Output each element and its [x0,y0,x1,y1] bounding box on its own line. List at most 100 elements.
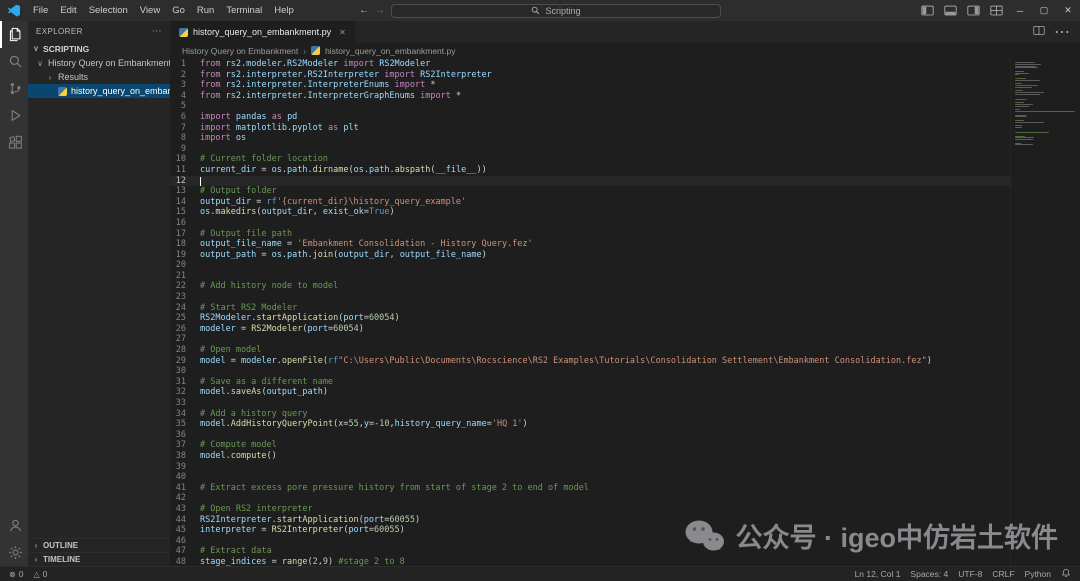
code-editor[interactable]: 1from rs2.modeler.RS2Modeler import RS2M… [170,58,1080,566]
menu-edit[interactable]: Edit [54,5,82,16]
section-outline[interactable]: ›OUTLINE [28,538,170,552]
code-line-35[interactable]: 35model.AddHistoryQueryPoint(x=55,y=-10,… [170,419,1010,430]
minimap-line [1015,144,1033,145]
minimap-line [1015,71,1024,72]
status-crlf[interactable]: CRLF [992,569,1014,579]
error-status[interactable]: ⊗0 [9,569,23,579]
code-line-13[interactable]: 13# Output folder [170,186,1010,197]
tab-close-icon[interactable]: ✕ [339,28,346,37]
error-icon: ⊗ [9,570,16,579]
code-line-10[interactable]: 10# Current folder location [170,154,1010,165]
code-line-32[interactable]: 32model.saveAs(output_path) [170,387,1010,398]
code-line-5[interactable]: 5 [170,101,1010,112]
code-line-41[interactable]: 41# Extract excess pore pressure history… [170,483,1010,494]
code-line-11[interactable]: 11current_dir = os.path.dirname(os.path.… [170,165,1010,176]
code-line-20[interactable]: 20 [170,260,1010,271]
code-line-7[interactable]: 7import matplotlib.pyplot as plt [170,123,1010,134]
menu-selection[interactable]: Selection [83,5,134,16]
code-line-3[interactable]: 3from rs2.interpreter.InterpreterEnums i… [170,80,1010,91]
split-editor-icon[interactable] [1033,23,1045,41]
menu-terminal[interactable]: Terminal [220,5,268,16]
tree-item-history-query-on-embankment[interactable]: ∨History Query on Embankment [28,56,170,70]
run-debug-icon[interactable] [0,102,28,129]
breadcrumb-file[interactable]: history_query_on_embankment.py [325,46,455,56]
minimize-button[interactable]: ─ [1008,0,1032,21]
code-line-43[interactable]: 43# Open RS2 interpreter [170,504,1010,515]
code-line-30[interactable]: 30 [170,366,1010,377]
minimap-line [1015,85,1038,86]
code-line-15[interactable]: 15os.makedirs(output_dir, exist_ok=True) [170,207,1010,218]
code-content[interactable]: 1from rs2.modeler.RS2Modeler import RS2M… [170,59,1010,566]
extensions-icon[interactable] [0,129,28,156]
code-line-21[interactable]: 21 [170,271,1010,282]
code-line-25[interactable]: 25RS2Modeler.startApplication(port=60054… [170,313,1010,324]
source-control-icon[interactable] [0,75,28,102]
section-timeline[interactable]: ›TIMELINE [28,552,170,566]
code-line-9[interactable]: 9 [170,144,1010,155]
code-line-28[interactable]: 28# Open model [170,345,1010,356]
command-center-search[interactable]: Scripting [391,4,721,18]
tree-item-results[interactable]: ›Results [28,70,170,84]
code-line-18[interactable]: 18output_file_name = 'Embankment Consoli… [170,239,1010,250]
status-python[interactable]: Python [1025,569,1051,579]
customize-layout-icon[interactable] [990,5,1003,16]
workspace-section-header[interactable]: ∨ SCRIPTING [28,41,170,56]
toggle-secondary-sidebar-icon[interactable] [967,5,980,16]
toggle-panel-icon[interactable] [944,5,957,16]
code-line-2[interactable]: 2from rs2.interpreter.RS2Interpreter imp… [170,70,1010,81]
menu-file[interactable]: File [27,5,54,16]
code-line-6[interactable]: 6import pandas as pd [170,112,1010,123]
code-line-42[interactable]: 42 [170,493,1010,504]
code-line-23[interactable]: 23 [170,292,1010,303]
status-utf-8[interactable]: UTF-8 [958,569,982,579]
code-line-1[interactable]: 1from rs2.modeler.RS2Modeler import RS2M… [170,59,1010,70]
code-line-29[interactable]: 29model = modeler.openFile(rf"C:\Users\P… [170,356,1010,367]
code-line-37[interactable]: 37# Compute model [170,440,1010,451]
minimap[interactable] [1010,58,1080,566]
menu-run[interactable]: Run [191,5,220,16]
editor-more-actions-icon[interactable]: ⋯ [1054,22,1070,42]
explorer-icon[interactable] [0,21,28,48]
code-line-12[interactable]: 12 [170,176,1010,187]
code-line-33[interactable]: 33 [170,398,1010,409]
notifications-bell-icon[interactable] [1061,568,1071,580]
line-number: 19 [170,250,200,261]
code-line-31[interactable]: 31# Save as a different name [170,377,1010,388]
code-line-27[interactable]: 27 [170,334,1010,345]
menu-view[interactable]: View [134,5,166,16]
tree-item-history-query-on-embankment-py[interactable]: history_query_on_embankment.py [28,84,170,98]
status-ln-12-col-1[interactable]: Ln 12, Col 1 [855,569,901,579]
code-line-19[interactable]: 19output_path = os.path.join(output_dir,… [170,250,1010,261]
code-line-24[interactable]: 24# Start RS2 Modeler [170,303,1010,314]
breadcrumb-folder[interactable]: History Query on Embankment [182,46,298,56]
code-line-40[interactable]: 40 [170,472,1010,483]
breadcrumb[interactable]: History Query on Embankment › history_qu… [170,43,1080,58]
code-line-4[interactable]: 4from rs2.interpreter.InterpreterGraphEn… [170,91,1010,102]
tab-label: history_query_on_embankment.py [193,27,331,37]
code-line-38[interactable]: 38model.compute() [170,451,1010,462]
account-icon[interactable] [0,512,28,539]
explorer-more-actions-icon[interactable]: ⋯ [152,26,162,37]
warning-status[interactable]: △0 [33,569,47,579]
menu-help[interactable]: Help [268,5,300,16]
maximize-button[interactable]: ▢ [1032,0,1056,21]
code-line-17[interactable]: 17# Output file path [170,229,1010,240]
back-icon[interactable]: ← [359,5,369,16]
code-line-39[interactable]: 39 [170,462,1010,473]
code-line-34[interactable]: 34# Add a history query [170,409,1010,420]
status-spaces-4[interactable]: Spaces: 4 [910,569,948,579]
search-sidebar-icon[interactable] [0,48,28,75]
code-line-8[interactable]: 8import os [170,133,1010,144]
code-line-36[interactable]: 36 [170,430,1010,441]
forward-icon[interactable]: → [375,5,385,16]
code-line-16[interactable]: 16 [170,218,1010,229]
tab-history-query-file[interactable]: history_query_on_embankment.py ✕ [170,21,356,43]
settings-gear-icon[interactable] [0,539,28,566]
code-line-48[interactable]: 48stage_indices = range(2,9) #stage 2 to… [170,557,1010,566]
close-button[interactable]: ✕ [1056,0,1080,21]
code-line-14[interactable]: 14output_dir = rf'{current_dir}\history_… [170,197,1010,208]
menu-go[interactable]: Go [166,5,191,16]
toggle-sidebar-icon[interactable] [921,5,934,16]
code-line-22[interactable]: 22# Add history node to model [170,281,1010,292]
code-line-26[interactable]: 26modeler = RS2Modeler(port=60054) [170,324,1010,335]
